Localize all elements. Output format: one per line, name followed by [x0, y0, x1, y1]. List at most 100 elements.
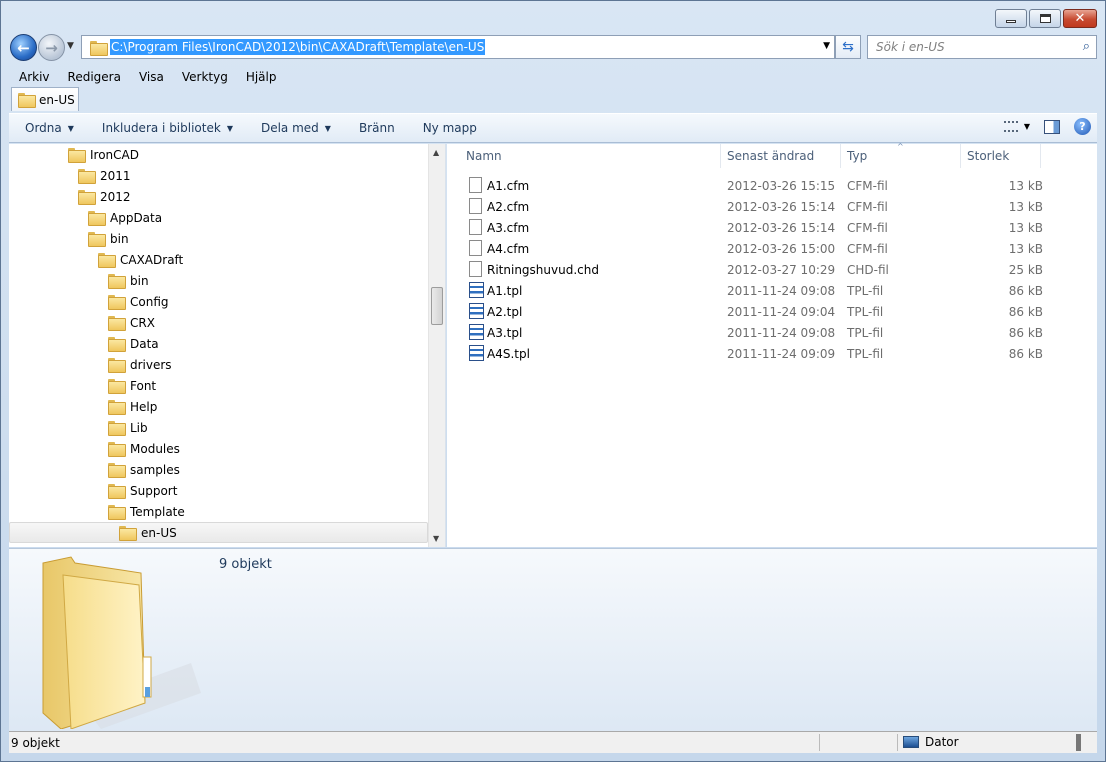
tree-item[interactable]: Config — [9, 291, 428, 312]
tree-item[interactable]: bin — [9, 270, 428, 291]
file-type: CFM-fil — [847, 221, 888, 235]
burn-label: Bränn — [358, 121, 395, 135]
tree-item-label: en-US — [141, 525, 177, 540]
tree-item-label: Modules — [130, 441, 180, 456]
column-name[interactable]: Namn — [466, 149, 502, 163]
forward-button[interactable]: → — [38, 34, 65, 61]
tree-item[interactable]: drivers — [9, 354, 428, 375]
tree-item[interactable]: Support — [9, 480, 428, 501]
tree-item[interactable]: Data — [9, 333, 428, 354]
menu-redigera[interactable]: Redigera — [58, 67, 129, 87]
command-bar: Ordna ▼ Inkludera i bibliotek ▼ Dela med ▼ … — [9, 113, 1097, 143]
tree-item[interactable]: Template — [9, 501, 428, 522]
tree-item[interactable]: Modules — [9, 438, 428, 459]
scroll-thumb[interactable] — [431, 287, 443, 325]
menu-hjalp[interactable]: Hjälp — [236, 67, 285, 87]
file-row[interactable]: A1.cfm 2012-03-26 15:15 CFM-fil 13 kB — [463, 175, 1097, 196]
tree-item[interactable]: Font — [9, 375, 428, 396]
tree-item[interactable]: 2011 — [9, 165, 428, 186]
tree-item[interactable]: samples — [9, 459, 428, 480]
maximize-button[interactable] — [1029, 9, 1061, 28]
file-type: TPL-fil — [847, 326, 884, 340]
file-name: A2.cfm — [487, 200, 530, 214]
address-dropdown-icon[interactable]: ▼ — [823, 41, 830, 51]
folder-icon — [108, 442, 126, 457]
burn-button[interactable]: Bränn — [343, 121, 407, 135]
file-type: CHD-fil — [847, 263, 889, 277]
refresh-icon: ⇆ — [842, 39, 854, 55]
chevron-down-icon: ▼ — [226, 123, 233, 133]
file-name: Ritningshuvud.chd — [487, 263, 599, 277]
scroll-down-icon[interactable]: ▼ — [433, 534, 439, 543]
navigation-tree: IronCAD 2011 2012 AppData bin CAXADraft bin Con… — [9, 144, 446, 547]
new-folder-button[interactable]: Ny mapp — [407, 121, 489, 135]
tree-item-label: bin — [110, 231, 129, 246]
status-location-label: Dator — [925, 735, 959, 749]
folder-icon — [78, 190, 96, 205]
address-path[interactable]: C:\Program Files\IronCAD\2012\bin\CAXADr… — [110, 39, 486, 55]
tree-item[interactable]: Lib — [9, 417, 428, 438]
recent-pages-dropdown[interactable]: ▼ — [67, 41, 77, 51]
tree-item-label: drivers — [130, 357, 172, 372]
organize-button[interactable]: Ordna ▼ — [9, 121, 86, 135]
file-row[interactable]: A4.cfm 2012-03-26 15:00 CFM-fil 13 kB — [463, 238, 1097, 259]
column-type[interactable]: Typ — [847, 149, 867, 163]
file-row[interactable]: A3.cfm 2012-03-26 15:14 CFM-fil 13 kB — [463, 217, 1097, 238]
preview-pane-icon[interactable] — [1044, 119, 1060, 134]
search-icon[interactable]: ⌕ — [1083, 39, 1090, 54]
search-input[interactable]: Sök i en-US ⌕ — [867, 35, 1097, 59]
scroll-up-icon[interactable]: ▲ — [433, 148, 439, 157]
status-bar: 9 objekt Dator — [9, 731, 1097, 753]
column-date[interactable]: Senast ändrad — [727, 149, 814, 163]
column-size[interactable]: Storlek — [967, 149, 1009, 163]
minimize-button[interactable] — [995, 9, 1027, 28]
close-button[interactable]: ✕ — [1063, 9, 1097, 28]
file-row[interactable]: A2.tpl 2011-11-24 09:04 TPL-fil 86 kB — [463, 301, 1097, 322]
tree-item[interactable]: CRX — [9, 312, 428, 333]
tree-item[interactable]: AppData — [9, 207, 428, 228]
tree-item[interactable]: en-US — [9, 522, 428, 543]
resize-grip[interactable] — [1076, 734, 1081, 751]
tree-item[interactable]: bin — [9, 228, 428, 249]
template-icon — [469, 345, 484, 361]
chevron-down-icon[interactable]: ▼ — [1024, 122, 1030, 131]
refresh-button[interactable]: ⇆ — [835, 35, 861, 59]
file-row[interactable]: A3.tpl 2011-11-24 09:08 TPL-fil 86 kB — [463, 322, 1097, 343]
menu-arkiv[interactable]: Arkiv — [9, 67, 58, 87]
menu-verktyg[interactable]: Verktyg — [172, 67, 236, 87]
tab-en-us[interactable]: en-US — [11, 87, 79, 111]
column-header: Namn Senast ändrad ^ Typ Storlek — [447, 142, 1097, 169]
menu-bar: Arkiv Redigera Visa Verktyg Hjälp — [9, 67, 1097, 87]
file-row[interactable]: Ritningshuvud.chd 2012-03-27 10:29 CHD-fil… — [463, 259, 1097, 280]
include-library-button[interactable]: Inkludera i bibliotek ▼ — [86, 121, 245, 135]
file-date: 2011-11-24 09:04 — [727, 305, 836, 319]
share-with-button[interactable]: Dela med ▼ — [245, 121, 343, 135]
folder-icon — [108, 400, 126, 415]
file-date: 2012-03-27 10:29 — [727, 263, 836, 277]
file-date: 2011-11-24 09:09 — [727, 347, 836, 361]
file-row[interactable]: A4S.tpl 2011-11-24 09:09 TPL-fil 86 kB — [463, 343, 1097, 364]
tree-item[interactable]: IronCAD — [9, 144, 428, 165]
file-row[interactable]: A1.tpl 2011-11-24 09:08 TPL-fil 86 kB — [463, 280, 1097, 301]
address-bar[interactable]: C:\Program Files\IronCAD\2012\bin\CAXADr… — [81, 35, 835, 59]
file-size: 86 kB — [1008, 347, 1043, 361]
tree-item-label: Font — [130, 378, 157, 393]
view-options-icon[interactable] — [1003, 121, 1018, 132]
tree-item-label: bin — [130, 273, 149, 288]
file-type: CFM-fil — [847, 242, 888, 256]
document-icon — [469, 177, 482, 193]
file-name: A1.tpl — [487, 284, 523, 298]
file-row[interactable]: A2.cfm 2012-03-26 15:14 CFM-fil 13 kB — [463, 196, 1097, 217]
tree-item[interactable]: CAXADraft — [9, 249, 428, 270]
tree-item-label: CRX — [130, 315, 155, 330]
tree-item-partial[interactable] — [9, 543, 428, 547]
tree-item[interactable]: 2012 — [9, 186, 428, 207]
file-size: 86 kB — [1008, 326, 1043, 340]
tree-item[interactable]: Help — [9, 396, 428, 417]
menu-visa[interactable]: Visa — [129, 67, 172, 87]
tree-scrollbar[interactable]: ▲ ▼ — [428, 144, 445, 547]
back-button[interactable]: ← — [10, 34, 37, 61]
folder-icon — [108, 379, 126, 394]
file-name: A3.tpl — [487, 326, 523, 340]
help-icon[interactable]: ? — [1074, 118, 1091, 135]
